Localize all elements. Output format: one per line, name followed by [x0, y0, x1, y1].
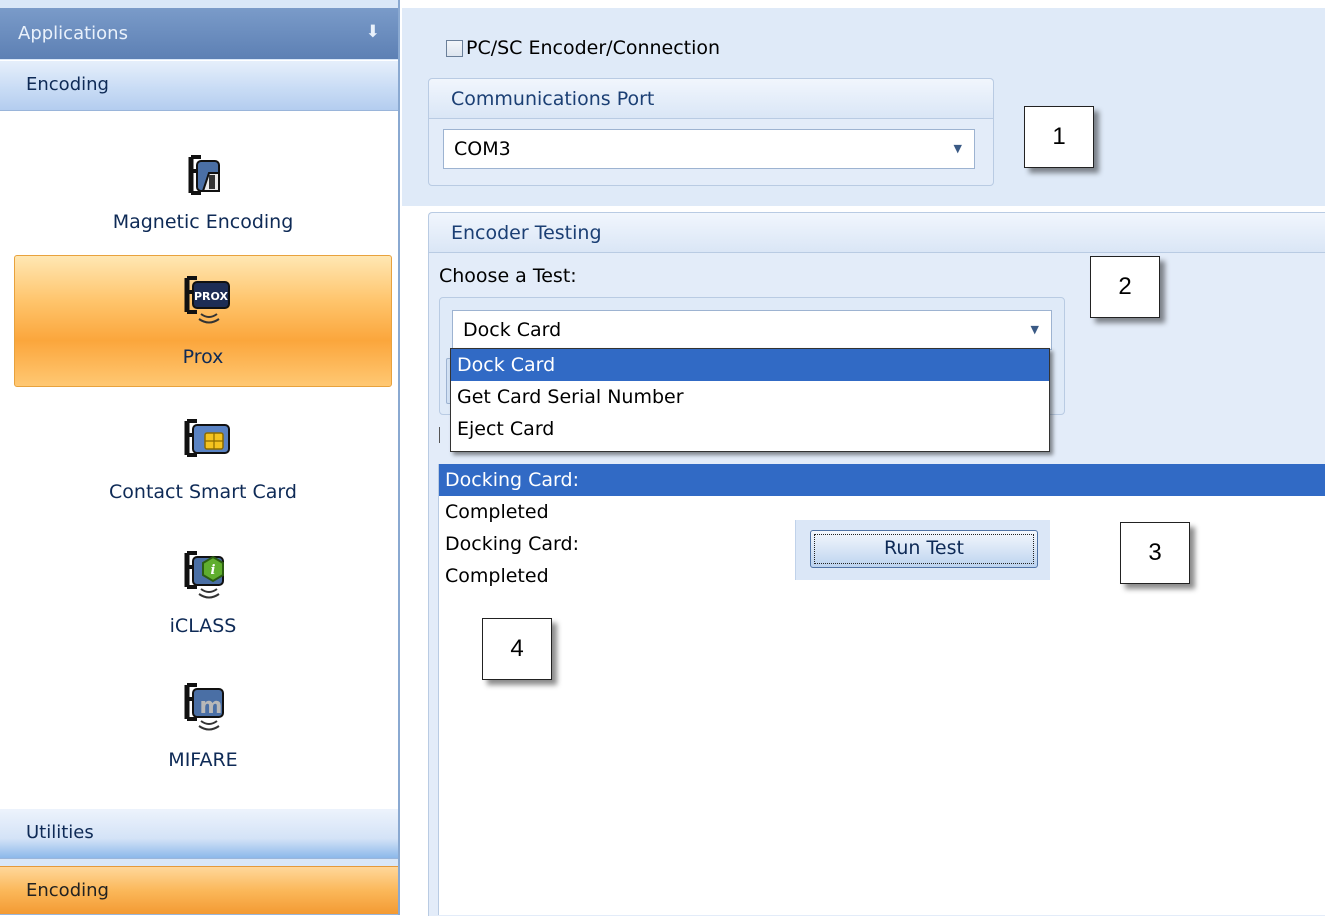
pcsc-checkbox[interactable]: [446, 40, 463, 57]
nav-item-contact-smart-card[interactable]: Contact Smart Card: [14, 401, 392, 521]
run-test-panel: Run Test: [795, 520, 1050, 580]
communications-port-group: Communications Port COM3 ▼: [428, 78, 994, 186]
callout-2: 2: [1090, 256, 1160, 318]
pane-header: Applications ⬇: [0, 8, 398, 59]
callout-4: 4: [482, 618, 552, 680]
focus-rectangle: [814, 534, 1034, 564]
navigation-pane: Applications ⬇ Encoding Magnetic Encodin…: [0, 0, 400, 915]
pcsc-checkbox-label[interactable]: PC/SC Encoder/Connection: [466, 37, 720, 59]
nav-item-magnetic-encoding[interactable]: Magnetic Encoding: [14, 129, 392, 249]
chevron-down-icon[interactable]: ▼: [954, 130, 962, 168]
main-panel: PC/SC Encoder/Connection Communications …: [402, 0, 1325, 916]
nav-item-iclass[interactable]: i iCLASS: [14, 535, 392, 655]
pane-title: Applications: [18, 23, 128, 44]
group-header-label: Encoding: [26, 74, 109, 95]
prox-card-icon: PROX: [184, 276, 230, 324]
run-test-button[interactable]: Run Test: [810, 530, 1038, 568]
group-title: Communications Port: [429, 79, 993, 119]
test-dropdown-list[interactable]: Dock Card Get Card Serial Number Eject C…: [450, 348, 1050, 452]
callout-1: 1: [1024, 106, 1094, 168]
group-title: Encoder Testing: [429, 213, 1325, 253]
nav-item-label: MIFARE: [168, 749, 238, 771]
nav-item-prox[interactable]: PROX Prox: [14, 255, 392, 387]
test-select-value: Dock Card: [463, 319, 562, 341]
test-select[interactable]: Dock Card ▼: [452, 310, 1052, 350]
group-header-label: Utilities: [26, 822, 94, 843]
dropdown-option-dock-card[interactable]: Dock Card: [451, 349, 1049, 381]
chevron-down-icon[interactable]: ▼: [1031, 311, 1039, 349]
dropdown-option-get-card-serial-number[interactable]: Get Card Serial Number: [451, 381, 1049, 413]
pin-icon[interactable]: ⬇: [366, 22, 380, 42]
list-item[interactable]: Docking Card:: [439, 464, 1325, 496]
nav-item-label: Prox: [182, 346, 224, 368]
nav-item-label: Contact Smart Card: [109, 481, 297, 503]
dropdown-option-eject-card[interactable]: Eject Card: [451, 413, 1049, 445]
svg-text:m: m: [200, 694, 223, 719]
encoder-settings-area: PC/SC Encoder/Connection Communications …: [402, 8, 1325, 206]
svg-text:PROX: PROX: [194, 290, 228, 303]
comm-port-value: COM3: [454, 138, 511, 160]
choose-test-label: Choose a Test:: [439, 265, 577, 287]
comm-port-select[interactable]: COM3 ▼: [443, 129, 975, 169]
magnetic-card-icon: [188, 155, 220, 195]
callout-3: 3: [1120, 522, 1190, 584]
svg-text:i: i: [211, 563, 216, 578]
group-header-encoding-bottom[interactable]: Encoding: [0, 866, 398, 915]
nav-item-label: Magnetic Encoding: [112, 211, 294, 233]
obscured-label: [439, 427, 450, 443]
group-header-encoding[interactable]: Encoding: [0, 60, 398, 111]
group-header-utilities[interactable]: Utilities: [0, 808, 398, 859]
nav-items-panel: Magnetic Encoding PROX Prox Contact Smar…: [0, 111, 398, 808]
group-header-label: Encoding: [26, 880, 109, 901]
smart-card-chip-icon: [184, 419, 230, 457]
iclass-card-icon: i: [184, 551, 224, 599]
nav-item-label: iCLASS: [169, 615, 237, 637]
nav-item-mifare[interactable]: m MIFARE: [14, 667, 392, 787]
mifare-card-icon: m: [184, 683, 224, 731]
